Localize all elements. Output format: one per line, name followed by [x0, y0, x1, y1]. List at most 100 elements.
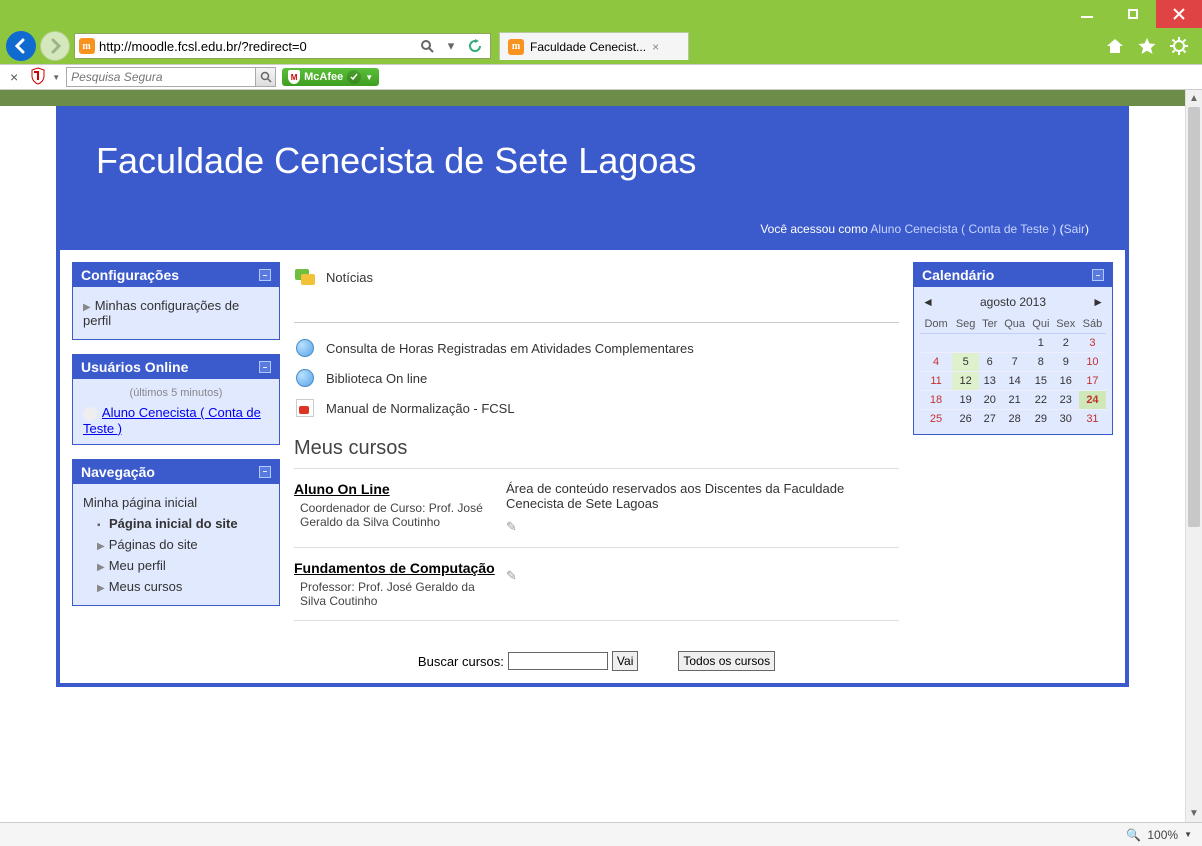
cal-day[interactable]: 4 — [920, 353, 952, 372]
cal-day[interactable]: 14 — [1000, 372, 1029, 391]
block-collapse-icon[interactable]: – — [259, 361, 271, 373]
cal-day[interactable]: 8 — [1029, 353, 1053, 372]
mcafee-shield-icon[interactable] — [30, 67, 46, 88]
toolbar-dropdown-icon[interactable]: ▼ — [52, 73, 60, 82]
scroll-down-icon[interactable]: ▼ — [1186, 805, 1202, 822]
forward-button[interactable] — [40, 31, 70, 61]
cal-day[interactable]: 31 — [1079, 410, 1106, 429]
manual-link[interactable]: Manual de Normalização - FCSL — [326, 401, 515, 416]
online-users-block: Usuários Online – (últimos 5 minutos) Al… — [72, 354, 280, 445]
cal-day[interactable]: 13 — [979, 372, 1000, 391]
safe-search-button[interactable] — [255, 68, 275, 86]
logout-link[interactable]: Sair — [1064, 222, 1085, 236]
course-search-input[interactable] — [508, 652, 608, 670]
expand-icon[interactable]: ▶ — [83, 302, 91, 313]
cal-day-header: Dom — [920, 315, 952, 334]
cal-day[interactable]: 16 — [1053, 372, 1079, 391]
zoom-icon[interactable]: 🔍 — [1126, 828, 1141, 842]
cal-day[interactable]: 17 — [1079, 372, 1106, 391]
cal-day[interactable]: 2 — [1053, 334, 1079, 353]
cal-day[interactable]: 19 — [952, 391, 979, 410]
tab-close-icon[interactable]: × — [652, 40, 659, 54]
course-title-link[interactable]: Fundamentos de Computação — [294, 560, 495, 576]
nav-site-pages-link[interactable]: Páginas do site — [109, 537, 198, 552]
course-title-link[interactable]: Aluno On Line — [294, 481, 390, 497]
my-courses-heading: Meus cursos — [294, 437, 899, 460]
cal-day[interactable]: 25 — [920, 410, 952, 429]
cal-day[interactable]: 26 — [952, 410, 979, 429]
block-collapse-icon[interactable]: – — [1092, 269, 1104, 281]
nav-courses-link[interactable]: Meus cursos — [109, 579, 183, 594]
online-user-link[interactable]: Aluno Cenecista ( Conta de Teste ) — [83, 405, 261, 436]
safe-search-input[interactable] — [67, 70, 255, 84]
block-title: Configurações — [81, 267, 179, 283]
tools-icon[interactable] — [1168, 35, 1190, 57]
vertical-scrollbar[interactable]: ▲ ▼ — [1185, 90, 1202, 822]
back-button[interactable] — [6, 31, 36, 61]
expand-icon[interactable]: ▶ — [97, 583, 105, 594]
url-input[interactable] — [95, 39, 416, 54]
scroll-thumb[interactable] — [1188, 107, 1200, 527]
user-profile-link[interactable]: Aluno Cenecista ( Conta de Teste ) — [870, 222, 1056, 236]
cal-day[interactable]: 9 — [1053, 353, 1079, 372]
edit-icon[interactable]: ✎ — [506, 519, 517, 535]
nav-site-home-link[interactable]: Página inicial do site — [109, 516, 238, 531]
nav-home-link[interactable]: Minha página inicial — [83, 495, 197, 510]
cal-day[interactable]: 27 — [979, 410, 1000, 429]
news-link[interactable]: Notícias — [326, 270, 373, 285]
window-maximize-button[interactable] — [1110, 0, 1156, 28]
cal-day[interactable]: 30 — [1053, 410, 1079, 429]
cal-day[interactable]: 3 — [1079, 334, 1106, 353]
home-icon[interactable] — [1104, 35, 1126, 57]
content-area: Faculdade Cenecista de Sete Lagoas Você … — [0, 90, 1202, 822]
block-collapse-icon[interactable]: – — [259, 269, 271, 281]
course-item: Aluno On Line Coordenador de Curso: Prof… — [294, 475, 899, 541]
cal-next-button[interactable]: ► — [1092, 295, 1104, 309]
expand-icon[interactable]: ▶ — [97, 562, 105, 573]
left-column: Configurações – ▶Minhas configurações de… — [72, 262, 280, 606]
cal-day[interactable]: 23 — [1053, 391, 1079, 410]
scroll-up-icon[interactable]: ▲ — [1186, 90, 1202, 107]
cal-day[interactable]: 21 — [1000, 391, 1029, 410]
mcafee-badge[interactable]: M McAfee ▼ — [282, 68, 379, 86]
cal-day[interactable]: 12 — [952, 372, 979, 391]
refresh-icon[interactable] — [464, 35, 486, 57]
cal-day[interactable]: 29 — [1029, 410, 1053, 429]
library-link[interactable]: Biblioteca On line — [326, 371, 427, 386]
cal-day[interactable]: 18 — [920, 391, 952, 410]
toolbar-close-icon[interactable]: × — [4, 69, 24, 85]
cal-day[interactable]: 1 — [1029, 334, 1053, 353]
course-search-button[interactable]: Vai — [612, 651, 638, 671]
cal-day[interactable]: 15 — [1029, 372, 1053, 391]
block-collapse-icon[interactable]: – — [259, 466, 271, 478]
cal-day[interactable]: 10 — [1079, 353, 1106, 372]
browser-tab[interactable]: m Faculdade Cenecist... × — [499, 32, 689, 60]
cal-day[interactable]: 28 — [1000, 410, 1029, 429]
nav-profile-link[interactable]: Meu perfil — [109, 558, 166, 573]
expand-icon[interactable]: ▶ — [97, 541, 105, 552]
address-bar[interactable]: m ▾ — [74, 33, 491, 59]
cal-day[interactable]: 11 — [920, 372, 952, 391]
safe-search-box[interactable] — [66, 67, 276, 87]
cal-prev-button[interactable]: ◄ — [922, 295, 934, 309]
profile-settings-link[interactable]: Minhas configurações de perfil — [83, 298, 239, 328]
search-icon[interactable] — [416, 35, 438, 57]
cal-day[interactable]: 20 — [979, 391, 1000, 410]
window-close-button[interactable] — [1156, 0, 1202, 28]
cal-day-header: Sex — [1053, 315, 1079, 334]
favorites-icon[interactable] — [1136, 35, 1158, 57]
window-minimize-button[interactable] — [1064, 0, 1110, 28]
hours-link[interactable]: Consulta de Horas Registradas em Ativida… — [326, 341, 694, 356]
cal-day[interactable]: 24 — [1079, 391, 1106, 410]
address-dropdown-icon[interactable]: ▾ — [440, 35, 462, 57]
block-title: Navegação — [81, 464, 155, 480]
mcafee-dropdown-icon[interactable]: ▼ — [365, 73, 373, 82]
zoom-dropdown-icon[interactable]: ▼ — [1184, 830, 1192, 839]
cal-day[interactable]: 5 — [952, 353, 979, 372]
cal-day[interactable]: 7 — [1000, 353, 1029, 372]
edit-icon[interactable]: ✎ — [506, 568, 517, 584]
cal-day[interactable]: 6 — [979, 353, 1000, 372]
cal-day[interactable]: 22 — [1029, 391, 1053, 410]
scroll-track[interactable] — [1186, 107, 1202, 805]
all-courses-button[interactable]: Todos os cursos — [678, 651, 775, 671]
